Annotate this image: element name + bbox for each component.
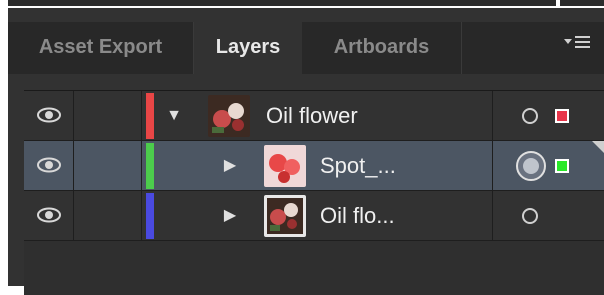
- layers-panel: Asset Export Layers Artboards ▼ Oil flow…: [8, 8, 604, 295]
- lock-toggle[interactable]: [74, 141, 142, 190]
- visibility-toggle[interactable]: [24, 91, 74, 140]
- layer-row-selected[interactable]: ▶ Spot_...: [24, 141, 604, 191]
- layers-list: ▼ Oil flower ▶ Spot_... ▶ Oil flo...: [24, 90, 604, 295]
- column-divider: [492, 191, 493, 240]
- target-circle-icon[interactable]: [516, 151, 546, 181]
- layer-thumbnail: [208, 95, 250, 137]
- target-circle-icon[interactable]: [522, 208, 538, 224]
- panel-menu-button[interactable]: [560, 32, 594, 62]
- target-circle-icon[interactable]: [522, 108, 538, 124]
- column-divider: [492, 141, 493, 190]
- visibility-toggle[interactable]: [24, 141, 74, 190]
- lock-toggle[interactable]: [74, 191, 142, 240]
- hamburger-menu-icon: [564, 36, 590, 48]
- column-divider: [492, 91, 493, 140]
- layer-row[interactable]: ▼ Oil flower: [24, 91, 604, 141]
- layer-name[interactable]: Spot_...: [320, 141, 396, 191]
- layer-thumbnail: [264, 145, 306, 187]
- eye-icon: [37, 207, 61, 223]
- layer-thumbnail: [264, 195, 306, 237]
- layer-name[interactable]: Oil flo...: [320, 191, 395, 241]
- layer-color-bar: [146, 93, 154, 139]
- chevron-right-icon[interactable]: ▶: [222, 158, 238, 174]
- top-border: [8, 0, 556, 6]
- chevron-right-icon[interactable]: ▶: [222, 208, 238, 224]
- tab-layers[interactable]: Layers: [194, 22, 302, 74]
- empty-list-area: [24, 241, 604, 295]
- visibility-toggle[interactable]: [24, 191, 74, 240]
- selection-corner-marker: [592, 141, 604, 153]
- layer-row[interactable]: ▶ Oil flo...: [24, 191, 604, 241]
- eye-icon: [37, 107, 61, 123]
- layer-color-bar: [146, 143, 154, 189]
- layer-name[interactable]: Oil flower: [266, 91, 358, 141]
- chevron-down-icon[interactable]: ▼: [166, 108, 182, 124]
- tab-asset-export[interactable]: Asset Export: [8, 22, 194, 74]
- eye-icon: [37, 157, 61, 173]
- tab-artboards[interactable]: Artboards: [302, 22, 462, 74]
- layer-color-bar: [146, 193, 154, 239]
- top-border-right: [560, 0, 604, 6]
- selection-square[interactable]: [555, 159, 569, 173]
- selection-square[interactable]: [555, 109, 569, 123]
- lock-toggle[interactable]: [74, 91, 142, 140]
